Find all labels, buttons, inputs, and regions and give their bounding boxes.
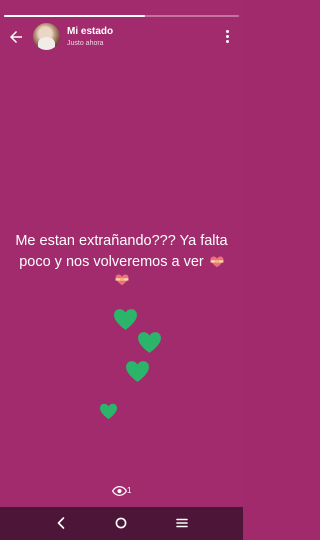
avatar[interactable]: [33, 23, 60, 50]
menu-lines-icon[interactable]: [175, 516, 189, 530]
status-header: Mi estado Justo ahora: [0, 22, 243, 54]
green-heart-icon: [138, 332, 161, 353]
status-message: Me estan extrañando??? Ya falta poco y n…: [8, 231, 235, 286]
green-heart-icon: [126, 361, 149, 382]
back-triangle-icon[interactable]: [54, 516, 68, 530]
status-progress-fill: [4, 15, 145, 17]
status-timestamp: Justo ahora: [67, 40, 104, 47]
heart-with-ribbon-icon: [115, 274, 128, 286]
views-indicator[interactable]: 1: [112, 484, 136, 498]
status-message-text: Me estan extrañando??? Ya falta poco y n…: [15, 233, 228, 270]
status-progress-bar: [4, 15, 239, 17]
heart-with-ribbon-icon: [210, 256, 224, 268]
eye-icon: [112, 486, 127, 496]
status-owner-name[interactable]: Mi estado: [67, 26, 113, 37]
views-count: 1: [127, 486, 132, 495]
back-arrow-icon[interactable]: [7, 28, 25, 46]
green-heart-icon: [114, 309, 137, 330]
green-heart-icon: [100, 403, 117, 420]
status-viewer: Mi estado Justo ahora Me estan extrañand…: [0, 0, 243, 540]
home-circle-icon[interactable]: [114, 516, 128, 530]
more-options-icon[interactable]: [222, 30, 232, 44]
system-nav-bar: [0, 507, 243, 540]
